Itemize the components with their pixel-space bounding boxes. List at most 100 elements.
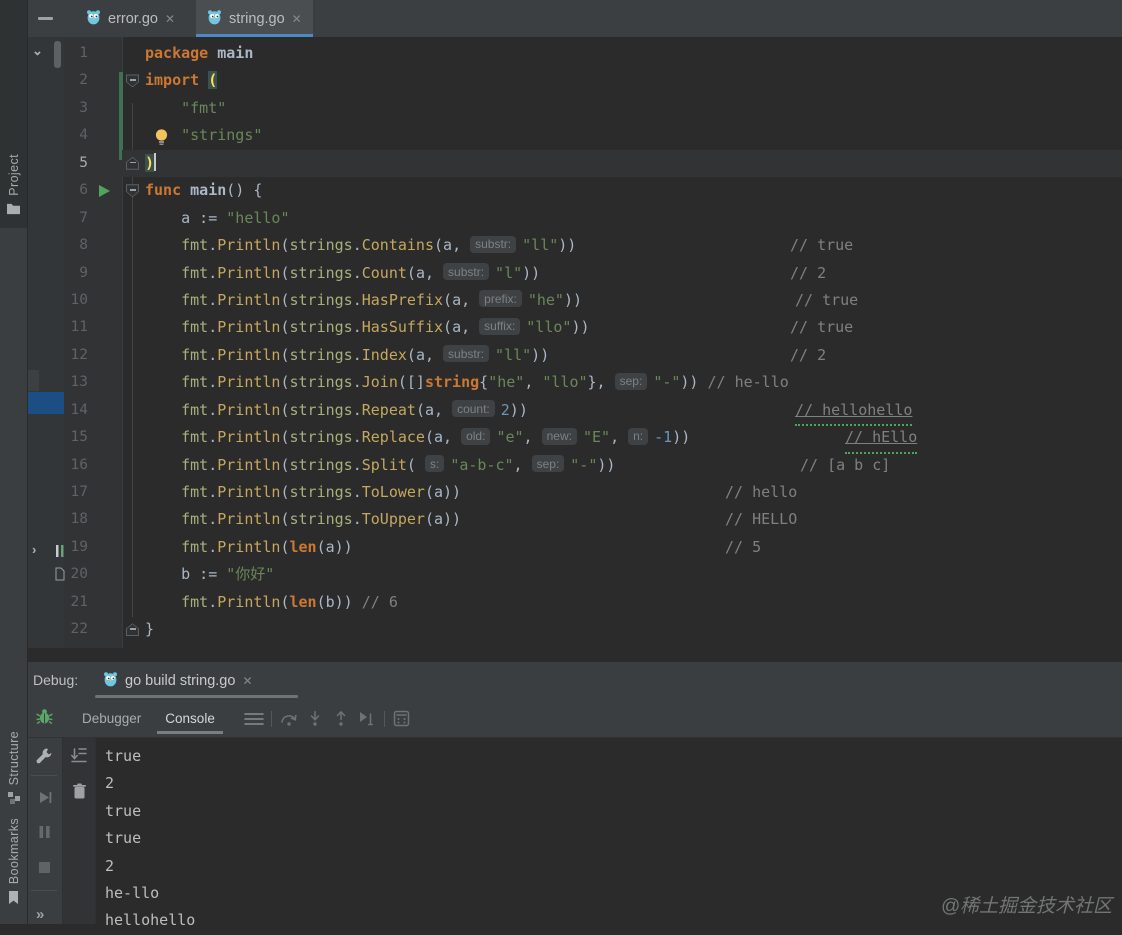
sidebar-item-structure[interactable]: Structure — [0, 688, 27, 810]
editor-tab-string-go[interactable]: string.go✕ — [196, 0, 313, 37]
line-number[interactable]: 2 — [64, 67, 122, 94]
close-icon[interactable]: ✕ — [242, 675, 252, 687]
project-tree-selected-item[interactable] — [27, 392, 64, 414]
token-idb: main — [190, 181, 226, 199]
code-text[interactable]: fmt.Println(strings.HasPrefix(a, prefix:… — [145, 287, 1122, 314]
code-text[interactable]: fmt.Println(strings.HasSuffix(a, suffix:… — [145, 314, 1122, 341]
close-icon[interactable]: ✕ — [292, 13, 302, 25]
menu-icon[interactable] — [241, 707, 267, 731]
token-num: -1 — [654, 428, 672, 446]
code-text[interactable]: fmt.Println(strings.Repeat(a, count:2))/… — [145, 397, 1122, 424]
debug-session-tab[interactable]: go build string.go ✕ — [95, 666, 261, 696]
project-tree-item[interactable] — [28, 370, 39, 391]
code-text[interactable]: "strings" — [145, 122, 1122, 149]
editor-tab-error-go[interactable]: error.go✕ — [75, 0, 186, 37]
line-number[interactable]: 8 — [64, 232, 122, 259]
scroll-to-end-icon[interactable] — [66, 744, 92, 768]
more-icons-chevrons[interactable]: » — [36, 906, 44, 923]
code-text[interactable]: } — [145, 616, 1122, 643]
sidebar-item-project[interactable]: Project — [0, 0, 27, 228]
line-number[interactable]: 3 — [64, 95, 122, 122]
code-text[interactable]: func main() { — [145, 177, 1122, 204]
line-number[interactable]: 16 — [64, 452, 122, 479]
token-hl: ( — [208, 71, 217, 89]
editor-tabs: error.go✕ string.go✕ — [75, 0, 323, 37]
token-fn: Println — [217, 264, 280, 282]
code-text[interactable]: fmt.Println(len(b)) // 6 — [145, 589, 1122, 616]
intention-bulb-icon[interactable] — [154, 128, 169, 152]
inline-comment: // 5 — [725, 534, 761, 561]
code-text[interactable]: fmt.Println(strings.Split( s:"a-b-c", se… — [145, 452, 1122, 479]
code-text[interactable]: fmt.Println(len(a))// 5 — [145, 534, 1122, 561]
code-text[interactable]: fmt.Println(strings.Count(a, substr:"l")… — [145, 260, 1122, 287]
code-text[interactable]: "fmt" — [145, 95, 1122, 122]
debug-tab-debugger[interactable]: Debugger — [70, 703, 153, 734]
code-text[interactable]: fmt.Println(strings.Index(a, substr:"ll"… — [145, 342, 1122, 369]
token-txt — [145, 510, 181, 528]
step-into-icon[interactable] — [302, 707, 328, 731]
token-txt: ( — [280, 428, 289, 446]
debug-panel: Debug: go build string.go ✕ DebuggerCons… — [27, 662, 1122, 924]
code-text[interactable]: a := "hello" — [145, 205, 1122, 232]
line-number[interactable]: 4 — [64, 122, 122, 149]
debug-tab-console[interactable]: Console — [153, 703, 227, 734]
code-text[interactable]: fmt.Println(strings.Join([]string{"he", … — [145, 369, 1122, 396]
fold-marker-icon[interactable] — [126, 623, 139, 636]
line-number[interactable]: 9 — [64, 260, 122, 287]
close-icon[interactable]: ✕ — [165, 13, 175, 25]
chevron-right-icon[interactable]: › — [32, 542, 36, 557]
code-text[interactable]: import ( — [145, 67, 1122, 94]
token-txt: . — [353, 291, 362, 309]
fold-marker-icon[interactable] — [126, 157, 139, 170]
token-fn: Join — [362, 373, 398, 391]
line-number[interactable]: 13 — [64, 369, 122, 396]
step-over-icon[interactable] — [276, 707, 302, 731]
inline-comment: // 2 — [790, 260, 826, 287]
settings-icon[interactable] — [31, 744, 57, 768]
line-number[interactable]: 1 — [64, 40, 122, 67]
resume-icon[interactable] — [31, 785, 57, 809]
token-txt: . — [353, 401, 362, 419]
code-line-14: 14 fmt.Println(strings.Repeat(a, count:2… — [64, 397, 1122, 424]
line-number[interactable]: 14 — [64, 397, 122, 424]
run-to-cursor-icon[interactable] — [354, 707, 380, 731]
fold-marker-icon[interactable] — [126, 184, 139, 197]
hide-panel-icon[interactable] — [38, 17, 53, 20]
line-number[interactable]: 11 — [64, 314, 122, 341]
line-number[interactable]: 5 — [64, 150, 122, 177]
code-text[interactable]: b := "你好" — [145, 561, 1122, 588]
code-text[interactable]: fmt.Println(strings.ToUpper(a))// HELLO — [145, 506, 1122, 533]
line-number[interactable]: 18 — [64, 506, 122, 533]
code-text[interactable]: fmt.Println(strings.Contains(a, substr:"… — [145, 232, 1122, 259]
fold-column — [122, 342, 145, 369]
line-number[interactable]: 12 — [64, 342, 122, 369]
line-number[interactable]: 17 — [64, 479, 122, 506]
line-number[interactable]: 15 — [64, 424, 122, 451]
line-number[interactable]: 6 — [64, 177, 122, 204]
project-panel-collapsed[interactable]: ⌄ › — [27, 37, 64, 648]
step-out-icon[interactable] — [328, 707, 354, 731]
fold-marker-icon[interactable] — [126, 74, 139, 87]
line-number[interactable]: 19 — [64, 534, 122, 561]
code-text[interactable]: fmt.Println(strings.Replace(a, old:"e", … — [145, 424, 1122, 451]
chevron-down-icon[interactable]: ⌄ — [32, 43, 43, 59]
clear-icon[interactable] — [66, 779, 92, 803]
line-number[interactable]: 7 — [64, 205, 122, 232]
line-number[interactable]: 21 — [64, 589, 122, 616]
token-txt — [208, 44, 217, 62]
rerun-debug-icon[interactable] — [35, 707, 54, 731]
run-main-icon[interactable] — [99, 185, 110, 197]
evaluate-icon[interactable] — [389, 707, 415, 731]
code-text[interactable]: package main — [145, 40, 1122, 67]
stop-icon[interactable] — [31, 855, 57, 879]
sidebar-item-bookmarks[interactable]: Bookmarks — [0, 814, 27, 910]
project-scrollbar-thumb[interactable] — [54, 41, 61, 68]
line-number[interactable]: 20 — [64, 561, 122, 588]
line-number[interactable]: 22 — [64, 616, 122, 643]
code-text[interactable]: fmt.Println(strings.ToLower(a))// hello — [145, 479, 1122, 506]
pause-icon[interactable] — [31, 820, 57, 844]
stepping-toolbar — [241, 707, 415, 731]
line-number[interactable]: 10 — [64, 287, 122, 314]
code-editor[interactable]: ⌄ › 1 package main 2 import ( 3 "fmt" 4 "stri… — [27, 37, 1122, 648]
code-text[interactable]: ) — [145, 150, 1122, 177]
